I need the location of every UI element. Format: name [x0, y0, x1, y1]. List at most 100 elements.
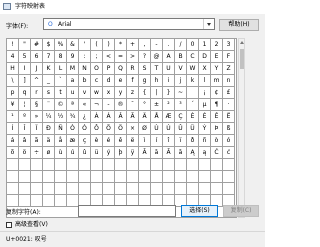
char-cell[interactable]: X	[199, 63, 211, 75]
char-cell[interactable]: ~	[175, 87, 187, 99]
char-cell[interactable]	[139, 171, 151, 183]
char-cell[interactable]: /	[175, 39, 187, 51]
char-cell[interactable]: °	[139, 99, 151, 111]
advanced-view-checkbox[interactable]	[6, 222, 12, 228]
char-cell[interactable]: ©	[55, 99, 67, 111]
char-cell[interactable]: ×	[127, 123, 139, 135]
char-cell[interactable]	[223, 183, 235, 195]
char-cell[interactable]: O	[91, 63, 103, 75]
char-cell[interactable]: v	[79, 87, 91, 99]
char-cell[interactable]: §	[31, 99, 43, 111]
char-cell[interactable]: &	[67, 39, 79, 51]
char-cell[interactable]: ²	[163, 99, 175, 111]
char-cell[interactable]: 6	[31, 51, 43, 63]
char-cell[interactable]: î	[163, 135, 175, 147]
char-cell[interactable]	[211, 183, 223, 195]
char-cell[interactable]: 1	[199, 39, 211, 51]
char-cell[interactable]: 3	[223, 39, 235, 51]
char-cell[interactable]: y	[115, 87, 127, 99]
char-cell[interactable]	[79, 171, 91, 183]
char-cell[interactable]	[31, 171, 43, 183]
char-cell[interactable]: M	[67, 63, 79, 75]
char-cell[interactable]: Û	[175, 123, 187, 135]
char-cell[interactable]	[127, 183, 139, 195]
char-cell[interactable]	[187, 183, 199, 195]
char-cell[interactable]: =	[115, 51, 127, 63]
char-cell[interactable]	[19, 195, 31, 207]
char-cell[interactable]: ½	[55, 111, 67, 123]
char-cell[interactable]	[199, 159, 211, 171]
char-cell[interactable]: j	[175, 75, 187, 87]
char-cell[interactable]	[31, 183, 43, 195]
char-cell[interactable]: :	[79, 51, 91, 63]
char-cell[interactable]: ®	[115, 99, 127, 111]
char-cell[interactable]: (	[91, 39, 103, 51]
char-cell[interactable]: Ù	[151, 123, 163, 135]
char-cell[interactable]: ý	[103, 147, 115, 159]
grid-scrollbar[interactable]	[238, 38, 245, 218]
char-cell[interactable]: ò	[211, 135, 223, 147]
char-cell[interactable]: £	[223, 87, 235, 99]
char-cell[interactable]: W	[187, 63, 199, 75]
char-cell[interactable]: ì	[139, 135, 151, 147]
char-cell[interactable]: s	[43, 87, 55, 99]
char-cell[interactable]	[211, 159, 223, 171]
char-cell[interactable]: q	[19, 87, 31, 99]
char-cell[interactable]: 4	[7, 51, 19, 63]
char-cell[interactable]: ¼	[43, 111, 55, 123]
char-cell[interactable]: Õ	[103, 123, 115, 135]
char-cell[interactable]	[19, 159, 31, 171]
char-cell[interactable]: Ï	[31, 123, 43, 135]
char-cell[interactable]: ą	[199, 147, 211, 159]
char-cell[interactable]	[175, 183, 187, 195]
char-cell[interactable]: ¿	[79, 111, 91, 123]
char-cell[interactable]: Ą	[187, 147, 199, 159]
char-cell[interactable]: Æ	[163, 111, 175, 123]
char-cell[interactable]	[67, 159, 79, 171]
copy-chars-input[interactable]	[78, 205, 176, 217]
char-cell[interactable]	[187, 171, 199, 183]
char-cell[interactable]: E	[211, 51, 223, 63]
scroll-thumb[interactable]	[240, 49, 244, 69]
char-cell[interactable]	[199, 171, 211, 183]
char-cell[interactable]: á	[7, 135, 19, 147]
char-cell[interactable]: r	[31, 87, 43, 99]
char-cell[interactable]: x	[103, 87, 115, 99]
help-button[interactable]: 帮助(H)	[219, 19, 259, 31]
char-cell[interactable]: U	[163, 63, 175, 75]
char-cell[interactable]: Ê	[211, 111, 223, 123]
char-cell[interactable]: ¥	[7, 99, 19, 111]
char-cell[interactable]: ù	[55, 147, 67, 159]
char-cell[interactable]: p	[7, 87, 19, 99]
char-cell[interactable]: ;	[91, 51, 103, 63]
char-cell[interactable]: «	[79, 99, 91, 111]
char-cell[interactable]: ]	[19, 75, 31, 87]
char-cell[interactable]	[7, 171, 19, 183]
char-cell[interactable]	[223, 171, 235, 183]
char-cell[interactable]: ć	[223, 147, 235, 159]
char-cell[interactable]	[79, 183, 91, 195]
char-cell[interactable]	[43, 171, 55, 183]
char-cell[interactable]	[223, 159, 235, 171]
char-cell[interactable]: ê	[115, 135, 127, 147]
char-cell[interactable]: ¶	[211, 99, 223, 111]
char-cell[interactable]: Ö	[115, 123, 127, 135]
char-cell[interactable]: Ă	[163, 147, 175, 159]
char-cell[interactable]: ,	[139, 39, 151, 51]
char-cell[interactable]: }	[163, 87, 175, 99]
char-cell[interactable]: Ý	[199, 123, 211, 135]
char-cell[interactable]	[67, 183, 79, 195]
char-cell[interactable]: w	[91, 87, 103, 99]
char-cell[interactable]: µ	[199, 99, 211, 111]
char-cell[interactable]: ó	[223, 135, 235, 147]
char-cell[interactable]: z	[127, 87, 139, 99]
char-cell[interactable]: Ë	[223, 111, 235, 123]
char-cell[interactable]: 9	[67, 51, 79, 63]
char-cell[interactable]: *	[115, 39, 127, 51]
char-cell[interactable]: u	[67, 87, 79, 99]
char-cell[interactable]	[163, 159, 175, 171]
char-cell[interactable]: ¦	[19, 99, 31, 111]
char-cell[interactable]: A	[163, 51, 175, 63]
char-cell[interactable]: K	[43, 63, 55, 75]
char-cell[interactable]: ÷	[31, 147, 43, 159]
